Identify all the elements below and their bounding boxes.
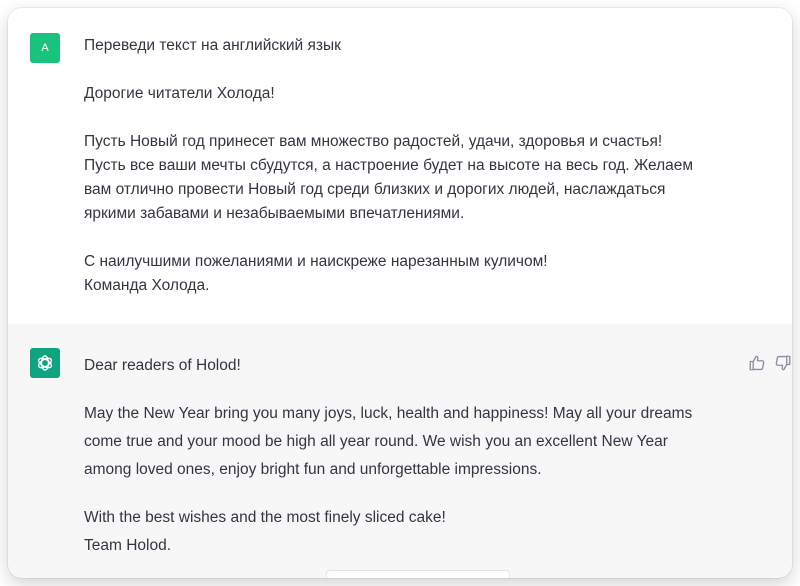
text-line: С наилучшими пожеланиями и наискреже нар…: [84, 253, 548, 270]
user-avatar-letter: A: [41, 42, 49, 54]
regenerate-tab[interactable]: [326, 570, 510, 578]
text-line: Дорогие читатели Холода!: [84, 85, 275, 102]
text-line: Команда Холода.: [84, 277, 210, 294]
user-message: A Переведи текст на английский язык Доро…: [8, 8, 792, 325]
assistant-paragraph: With the best wishes and the most finely…: [84, 504, 724, 560]
feedback-buttons: [748, 354, 792, 372]
assistant-message-text: Dear readers of Holod! May the New Year …: [84, 352, 724, 578]
text-line: Пусть все ваши мечты сбудутся, а настрое…: [84, 157, 694, 174]
thumbs-up-icon[interactable]: [748, 354, 766, 372]
thumbs-down-icon[interactable]: [774, 354, 792, 372]
assistant-message: Dear readers of Holod! May the New Year …: [8, 324, 792, 578]
text-line: вам отлично провести Новый год среди бли…: [84, 181, 666, 198]
user-paragraph: С наилучшими пожеланиями и наискреже нар…: [84, 250, 724, 298]
text-line: among loved ones, enjoy bright fun and u…: [84, 461, 542, 478]
text-line: яркими забавами и незабываемыми впечатле…: [84, 205, 465, 222]
text-line: Переведи текст на английский язык: [84, 37, 341, 54]
user-paragraph: Дорогие читатели Холода!: [84, 82, 724, 106]
text-line: come true and your mood be high all year…: [84, 433, 668, 450]
user-paragraph: Пусть Новый год принесет вам множество р…: [84, 130, 724, 226]
assistant-avatar: [30, 348, 60, 378]
user-message-text: Переведи текст на английский язык Дороги…: [84, 34, 724, 298]
user-avatar: A: [30, 33, 60, 63]
openai-logo-icon: [37, 355, 53, 371]
text-line: May the New Year bring you many joys, lu…: [84, 405, 693, 422]
text-line: Team Holod.: [84, 537, 172, 554]
text-line: With the best wishes and the most finely…: [84, 509, 446, 526]
assistant-paragraph: May the New Year bring you many joys, lu…: [84, 400, 724, 484]
text-line: Пусть Новый год принесет вам множество р…: [84, 133, 663, 150]
assistant-paragraph: Dear readers of Holod!: [84, 352, 724, 380]
user-paragraph: Переведи текст на английский язык: [84, 34, 724, 58]
text-line: Dear readers of Holod!: [84, 357, 241, 374]
chat-window: A Переведи текст на английский язык Доро…: [8, 8, 792, 578]
